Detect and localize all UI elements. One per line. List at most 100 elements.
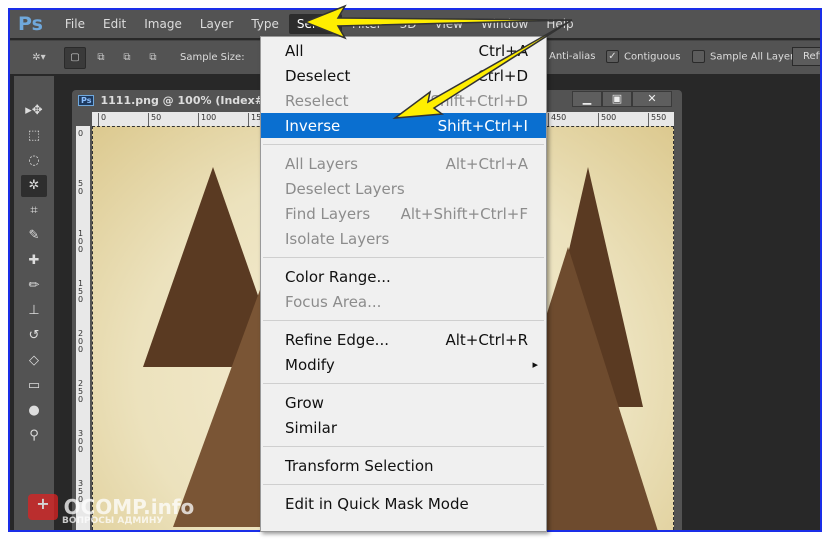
- menu-item-label: Grow: [285, 393, 324, 412]
- ruler-tick: 250: [78, 379, 84, 404]
- menu-3d[interactable]: 3D: [392, 14, 425, 34]
- menu-view[interactable]: View: [427, 14, 471, 34]
- sample-size-label: Sample Size:: [180, 52, 245, 63]
- menu-item-isolate-layers: Isolate Layers: [261, 226, 546, 251]
- brush-tool-icon[interactable]: ✏: [21, 275, 47, 297]
- menu-select[interactable]: Select: [288, 14, 342, 34]
- menu-item-shortcut: Shift+Ctrl+I: [437, 116, 528, 135]
- ruler-tick: 150: [78, 279, 84, 304]
- anti-alias-checkbox[interactable]: Anti-alias: [549, 51, 596, 62]
- menu-help[interactable]: Help: [538, 14, 581, 34]
- marquee-tool-icon[interactable]: ⬚: [21, 125, 47, 147]
- menu-item-label: Similar: [285, 418, 337, 437]
- crop-tool-icon[interactable]: ⌗: [21, 200, 47, 222]
- menu-item-color-range[interactable]: Color Range...: [261, 264, 546, 289]
- ruler-tick: 500: [598, 113, 616, 126]
- document-title: 1111.png @ 100% (Index#): [100, 93, 269, 107]
- menu-item-modify[interactable]: Modify ▸: [261, 352, 546, 377]
- menu-item-label: All Layers: [285, 154, 359, 173]
- minimize-button[interactable]: ▁: [572, 91, 602, 107]
- menu-item-inverse[interactable]: Inverse Shift+Ctrl+I: [261, 113, 546, 138]
- menu-separator: [263, 484, 544, 485]
- move-tool-icon[interactable]: ▸✥: [21, 100, 47, 122]
- menu-item-label: Inverse: [285, 116, 341, 135]
- ruler-tick: 200: [78, 329, 84, 354]
- menu-item-shortcut: Shift+Ctrl+D: [430, 91, 528, 110]
- menu-item-all[interactable]: All Ctrl+A: [261, 38, 546, 63]
- menu-item-label: Reselect: [285, 91, 349, 110]
- menu-item-find-layers: Find Layers Alt+Shift+Ctrl+F: [261, 201, 546, 226]
- menu-item-label: Refine Edge...: [285, 330, 389, 349]
- dodge-tool-icon[interactable]: ⚲: [21, 425, 47, 447]
- close-button[interactable]: ✕: [632, 91, 672, 107]
- menu-image[interactable]: Image: [136, 14, 190, 34]
- ruler-tick: 100: [198, 113, 216, 126]
- menu-item-shortcut: Alt+Shift+Ctrl+F: [400, 204, 528, 223]
- maximize-button[interactable]: ▣: [602, 91, 632, 107]
- menu-separator: [263, 446, 544, 447]
- menu-item-label: Modify: [285, 355, 335, 374]
- ruler-tick: 300: [78, 429, 84, 454]
- menu-separator: [263, 320, 544, 321]
- menu-type[interactable]: Type: [243, 14, 287, 34]
- ps-logo: Ps: [18, 13, 43, 35]
- menu-item-label: Isolate Layers: [285, 229, 390, 248]
- ruler-tick: 0: [78, 129, 84, 138]
- menu-separator: [263, 257, 544, 258]
- menu-item-label: Edit in Quick Mask Mode: [285, 494, 469, 513]
- menu-item-label: All: [285, 41, 304, 60]
- menu-item-label: Transform Selection: [285, 456, 434, 475]
- eyedropper-tool-icon[interactable]: ✎: [21, 225, 47, 247]
- menu-item-shortcut: Ctrl+A: [478, 41, 528, 60]
- watermark: + OCOMP.info ВОПРОСЫ АДМИНУ: [28, 494, 194, 526]
- menu-item-label: Color Range...: [285, 267, 391, 286]
- stamp-tool-icon[interactable]: ⊥: [21, 300, 47, 322]
- menu-separator: [263, 144, 544, 145]
- menu-item-reselect: Reselect Shift+Ctrl+D: [261, 88, 546, 113]
- new-selection-icon[interactable]: ▢: [64, 46, 86, 69]
- select-menu-dropdown: All Ctrl+A Deselect Ctrl+D Reselect Shift+Ctr…: [260, 36, 547, 532]
- contiguous-checkbox[interactable]: ✓ Contiguous: [606, 50, 681, 63]
- ruler-left: 0 50 100 150 200 250 300 350: [76, 126, 90, 530]
- menu-item-shortcut: Ctrl+D: [477, 66, 528, 85]
- menu-file[interactable]: File: [57, 14, 93, 34]
- menu-item-refine-edge[interactable]: Refine Edge... Alt+Ctrl+R: [261, 327, 546, 352]
- sample-all-layers-checkbox[interactable]: Sample All Layers: [692, 50, 799, 63]
- ruler-tick: 50: [148, 113, 161, 126]
- refine-edge-button[interactable]: Refine Edge...: [792, 47, 820, 66]
- menu-window[interactable]: Window: [473, 14, 536, 34]
- menu-edit[interactable]: Edit: [95, 14, 134, 34]
- menu-item-transform-selection[interactable]: Transform Selection: [261, 453, 546, 478]
- ruler-tick: 0: [98, 113, 106, 126]
- healing-tool-icon[interactable]: ✚: [21, 250, 47, 272]
- magic-wand-icon[interactable]: ✲▾: [28, 47, 50, 69]
- menu-item-shortcut: Alt+Ctrl+R: [445, 330, 528, 349]
- menu-separator: [263, 383, 544, 384]
- menu-item-grow[interactable]: Grow: [261, 390, 546, 415]
- menu-layer[interactable]: Layer: [192, 14, 241, 34]
- history-brush-icon[interactable]: ↺: [21, 325, 47, 347]
- ruler-tick: 100: [78, 229, 84, 254]
- ruler-tick: 450: [548, 113, 566, 126]
- submenu-arrow-icon: ▸: [532, 358, 538, 371]
- eraser-tool-icon[interactable]: ◇: [21, 350, 47, 372]
- lasso-tool-icon[interactable]: ◌: [21, 150, 47, 172]
- menu-item-deselect-layers: Deselect Layers: [261, 176, 546, 201]
- menu-item-edit-in-quick-mask-mode[interactable]: Edit in Quick Mask Mode: [261, 491, 546, 516]
- subtract-selection-icon[interactable]: ⧉: [116, 47, 138, 69]
- add-selection-icon[interactable]: ⧉: [90, 47, 112, 69]
- menu-item-similar[interactable]: Similar: [261, 415, 546, 440]
- ruler-tick: 550: [648, 113, 666, 126]
- menu-item-shortcut: Alt+Ctrl+A: [445, 154, 528, 173]
- menu-filter[interactable]: Filter: [344, 14, 390, 34]
- menu-item-deselect[interactable]: Deselect Ctrl+D: [261, 63, 546, 88]
- menu-bar: Ps File Edit Image Layer Type Select Fil…: [10, 10, 820, 38]
- blur-tool-icon[interactable]: ●: [21, 400, 47, 422]
- ps-doc-icon: Ps: [78, 94, 95, 106]
- intersect-selection-icon[interactable]: ⧉: [142, 47, 164, 69]
- gradient-tool-icon[interactable]: ▭: [21, 375, 47, 397]
- tools-panel: ▸✥ ⬚ ◌ ✲ ⌗ ✎ ✚ ✏ ⊥ ↺ ◇ ▭ ● ⚲: [14, 76, 54, 530]
- ruler-tick: 50: [78, 179, 84, 196]
- menu-item-label: Deselect: [285, 66, 351, 85]
- magic-wand-tool-icon[interactable]: ✲: [21, 175, 47, 197]
